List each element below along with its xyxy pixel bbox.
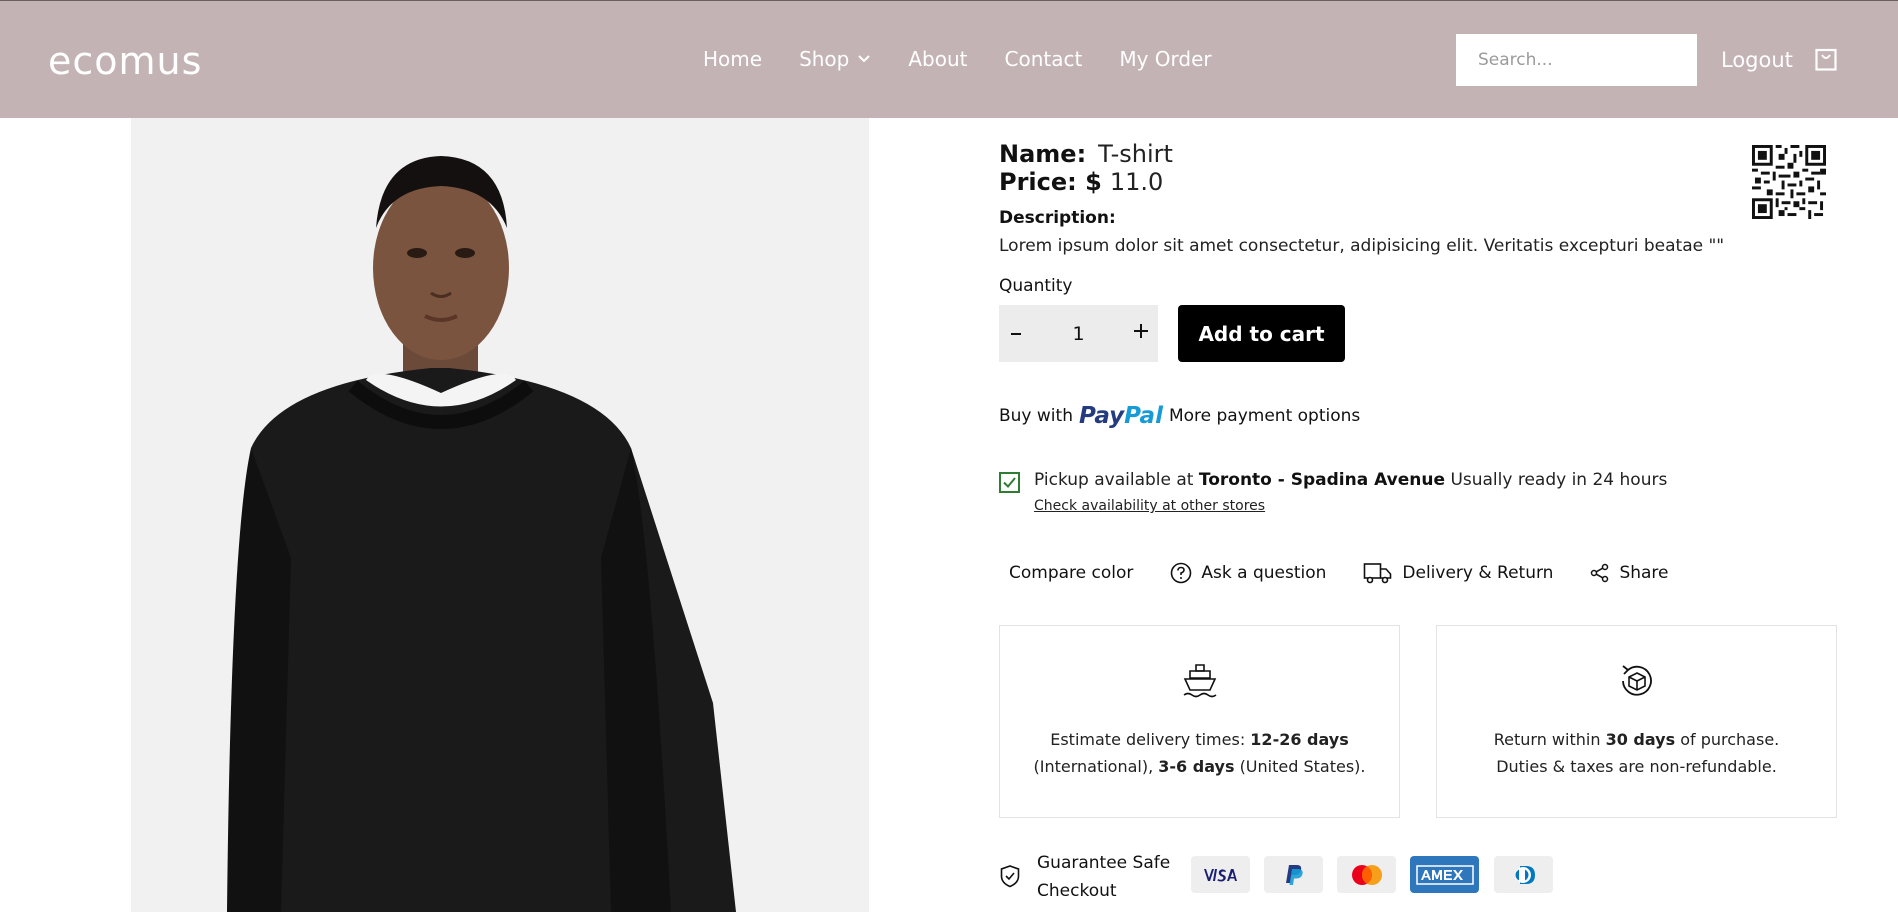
ask-question-label: Ask a question (1201, 563, 1327, 583)
paypal-button[interactable]: PayPal (1079, 403, 1163, 429)
product-price-label: Price: $ (999, 168, 1102, 196)
pickup-location: Toronto - Spadina Avenue (1198, 470, 1446, 490)
delivery-p3: (United States). (1239, 757, 1366, 776)
decrease-quantity-button[interactable] (999, 321, 1033, 346)
return-box-icon (1621, 665, 1652, 696)
delivery-p1: Estimate delivery times: (1050, 730, 1246, 749)
check-availability-link[interactable]: Check availability at other stores (1034, 498, 1265, 514)
plus-icon (1134, 324, 1148, 338)
nav-about[interactable]: About (908, 47, 967, 71)
product-name-row: Name: T-shirt (999, 140, 1173, 168)
diners-club-icon (1494, 856, 1553, 893)
nav-home[interactable]: Home (703, 47, 762, 71)
paypal-logo-pal: Pal (1124, 403, 1163, 429)
qr-code (1752, 145, 1826, 219)
return-p1: Return within (1493, 730, 1601, 749)
share-icon (1591, 563, 1609, 583)
return-line2: Duties & taxes are non-refundable. (1496, 757, 1777, 776)
buy-with-paypal-row: Buy with PayPal More payment options (999, 403, 1360, 429)
nav-home-label: Home (703, 47, 763, 71)
paypal-card-icon (1264, 856, 1323, 893)
search-input[interactable] (1456, 34, 1697, 86)
delivery-return-label: Delivery & Return (1402, 563, 1554, 583)
nav-contact[interactable]: Contact (1005, 47, 1083, 71)
product-name: T-shirt (1098, 140, 1173, 168)
product-price: 11.0 (1109, 168, 1164, 196)
add-to-cart-button[interactable]: Add to cart (1178, 305, 1345, 362)
nav-contact-label: Contact (1004, 47, 1083, 71)
main-nav: Home Shop About Contact My Order (703, 47, 1249, 71)
amex-logo (1415, 864, 1474, 885)
delivery-time-card: Estimate delivery times: 12-26 days (Int… (999, 625, 1400, 818)
quantity-value[interactable]: 1 (1072, 323, 1084, 345)
mastercard-icon (1337, 856, 1396, 893)
delivery-return-button[interactable]: Delivery & Return (1363, 561, 1553, 585)
pickup-checkbox[interactable] (999, 472, 1020, 493)
minus-icon (1011, 333, 1021, 335)
visa-logo (1203, 868, 1237, 881)
chevron-down-icon (858, 55, 871, 63)
guarantee-text: Guarantee Safe Checkout (1037, 849, 1177, 905)
nav-shop[interactable]: Shop (799, 47, 871, 71)
visa-card-icon (1191, 856, 1250, 893)
product-actions: Compare color Ask a question Delivery & … (1009, 561, 1706, 585)
ask-question-button[interactable]: Ask a question (1170, 562, 1326, 584)
ship-icon (1183, 664, 1216, 698)
delivery-p2: (International), (1033, 757, 1154, 776)
more-payment-options-link[interactable]: More payment options (1169, 406, 1360, 426)
logout-link[interactable]: Logout (1721, 48, 1793, 72)
nav-my-order-label: My Order (1119, 47, 1212, 71)
pickup-prefix: Pickup available at (1034, 470, 1194, 490)
question-circle-icon (1171, 562, 1192, 584)
product-name-label: Name: (999, 140, 1087, 168)
nav-my-order[interactable]: My Order (1119, 47, 1211, 71)
increase-quantity-button[interactable] (1124, 321, 1158, 346)
paypal-logo (1285, 864, 1303, 885)
description-label: Description: (999, 208, 1116, 228)
return-policy-card: Return within 30 days of purchase. Dutie… (1436, 625, 1837, 818)
truck-icon (1364, 563, 1392, 584)
buy-with-label: Buy with (999, 406, 1073, 426)
shield-check-icon (1000, 865, 1020, 888)
compare-color-button[interactable]: Compare color (1009, 563, 1133, 583)
nav-about-label: About (908, 47, 968, 71)
shopping-bag-icon[interactable] (1815, 47, 1837, 71)
quantity-label: Quantity (999, 276, 1073, 296)
product-image (131, 118, 869, 912)
guarantee-line1: Guarantee Safe (1037, 853, 1171, 873)
quantity-stepper: 1 (999, 305, 1158, 362)
site-header: ecomus Home Shop About Contact My Order … (0, 0, 1898, 118)
share-button[interactable]: Share (1590, 563, 1669, 583)
model-photo (131, 118, 869, 912)
paypal-logo-pay: Pay (1078, 403, 1125, 429)
nav-shop-label: Shop (799, 47, 850, 71)
return-p2: of purchase. (1680, 730, 1780, 749)
delivery-time-text: Estimate delivery times: 12-26 days (Int… (1000, 726, 1399, 780)
guarantee-line2: Checkout (1037, 881, 1117, 901)
amex-card-icon (1410, 856, 1479, 893)
delivery-us-days: 3-6 days (1158, 757, 1235, 776)
site-logo[interactable]: ecomus (48, 39, 202, 83)
compare-color-label: Compare color (1009, 563, 1134, 583)
return-days: 30 days (1605, 730, 1676, 749)
share-label: Share (1619, 563, 1669, 583)
product-price-row: Price: $11.0 (999, 168, 1163, 196)
mastercard-logo (1351, 864, 1382, 885)
diners-club-logo (1514, 865, 1535, 884)
pickup-info: Pickup available at Toronto - Spadina Av… (1034, 470, 1667, 490)
delivery-international-days: 12-26 days (1250, 730, 1349, 749)
return-policy-text: Return within 30 days of purchase. Dutie… (1437, 726, 1836, 780)
checkmark-icon (1003, 477, 1016, 488)
description-text: Lorem ipsum dolor sit amet consectetur, … (999, 236, 1725, 256)
pickup-suffix: Usually ready in 24 hours (1450, 470, 1668, 490)
